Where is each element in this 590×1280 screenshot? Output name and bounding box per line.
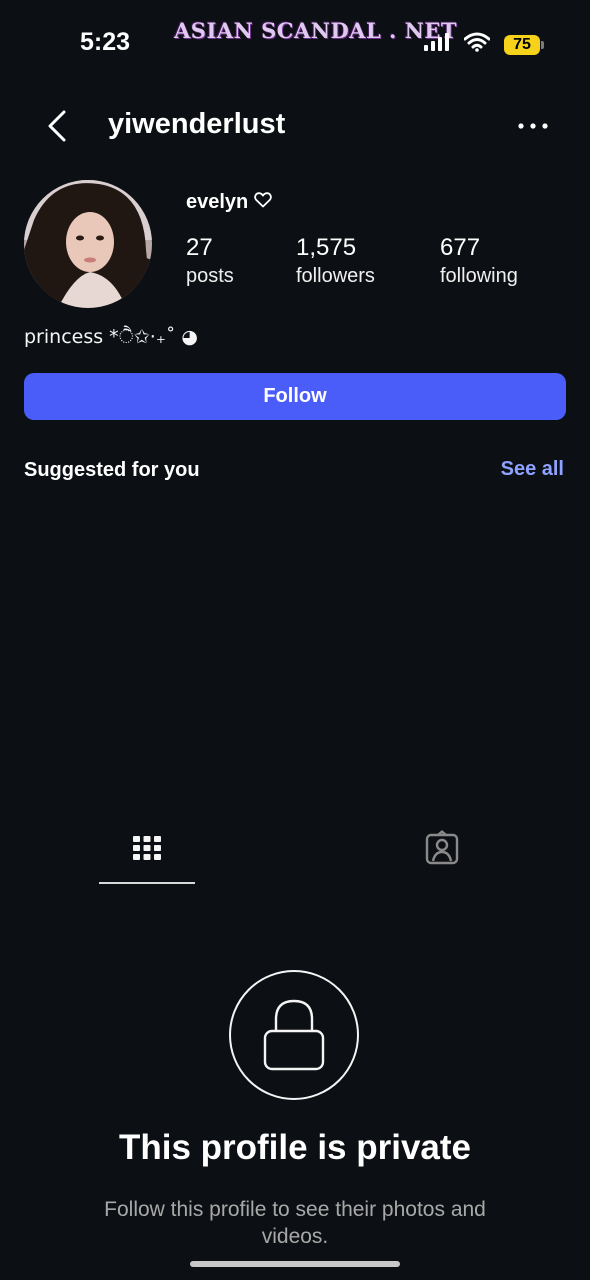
profile-avatar[interactable] (24, 180, 152, 308)
private-lock-badge (229, 970, 359, 1100)
stat-value: 27 (186, 234, 213, 261)
heart-icon (254, 191, 273, 214)
private-subtitle: Follow this profile to see their photos … (104, 1198, 486, 1248)
display-name-row: evelyn (186, 191, 273, 214)
stat-following[interactable]: 677 following (440, 234, 518, 290)
grid-icon (133, 836, 161, 860)
battery-icon: 75 (504, 34, 544, 55)
stat-posts: 27 posts (186, 234, 234, 290)
back-button[interactable] (40, 106, 76, 146)
stat-label: posts (186, 265, 234, 287)
display-name: evelyn (186, 191, 249, 213)
stat-followers[interactable]: 1,575 followers (296, 234, 375, 290)
profile-bio: princess *ੈ✩‧₊˚ ◕ (24, 326, 198, 348)
suggested-title: Suggested for you (24, 459, 200, 481)
active-tab-indicator (99, 882, 195, 884)
private-title: This profile is private (118, 1128, 472, 1167)
more-options-button[interactable] (516, 114, 550, 138)
profile-username: yiwenderlust (108, 108, 286, 140)
status-icons: 75 (424, 32, 544, 57)
stat-label: followers (296, 265, 375, 287)
wifi-icon (463, 32, 491, 57)
stat-value: 677 (440, 234, 481, 261)
status-time: 5:23 (80, 28, 131, 56)
more-dots-icon (518, 123, 548, 129)
lock-icon (263, 999, 325, 1071)
tab-tagged[interactable] (394, 830, 490, 880)
chevron-left-icon (48, 110, 66, 142)
battery-level: 75 (504, 34, 540, 55)
tab-posts-grid[interactable] (99, 830, 195, 880)
profile-screen: 5:23 ASIAN SCANDAL . NET 75 yiwenderlust… (0, 0, 590, 1280)
avatar-photo (24, 180, 152, 308)
follow-button[interactable]: Follow (24, 373, 566, 420)
cellular-signal-icon (424, 33, 450, 56)
stat-value: 1,575 (296, 234, 357, 261)
home-indicator[interactable] (190, 1261, 400, 1267)
stat-label: following (440, 265, 518, 287)
tagged-person-icon (425, 830, 459, 865)
watermark: ASIAN SCANDAL . NET (174, 18, 457, 43)
see-all-link[interactable]: See all (501, 458, 564, 481)
battery-tip (541, 40, 544, 49)
